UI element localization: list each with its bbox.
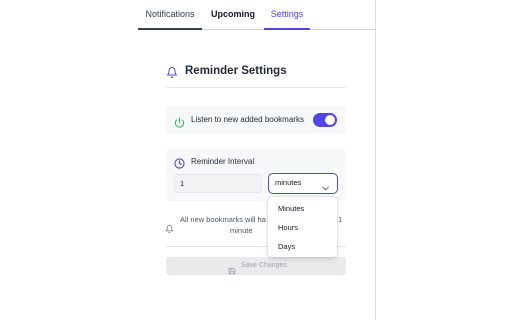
bell-icon	[166, 66, 178, 84]
power-icon	[174, 115, 185, 133]
option-minutes[interactable]: Minutes	[278, 204, 304, 213]
info-text-line1: All new bookmarks will ha	[180, 215, 266, 224]
save-changes-button[interactable]: Save Changes	[166, 257, 346, 275]
listen-setting-card: Listen to new added bookmarks	[166, 106, 346, 134]
chevron-down-icon	[322, 180, 329, 198]
interval-setting-card: Reminder Interval 1 minutes	[166, 149, 346, 201]
interval-unit-value: minutes	[275, 178, 302, 187]
info-text-suffix: 1	[338, 215, 343, 224]
interval-label: Reminder Interval	[191, 157, 255, 166]
listen-toggle[interactable]	[313, 113, 337, 127]
tab-upcoming[interactable]: Upcoming	[202, 0, 264, 30]
interval-unit-dropdown: Minutes Hours Days	[268, 197, 337, 257]
option-hours[interactable]: Hours	[278, 223, 298, 232]
interval-value-input[interactable]: 1	[174, 174, 262, 193]
clock-icon	[174, 156, 185, 174]
settings-panel: Notifications Upcoming Settings Reminder…	[0, 0, 376, 320]
settings-header: Reminder Settings	[166, 64, 346, 88]
listen-label: Listen to new added bookmarks	[191, 115, 304, 124]
save-changes-label: Save Changes	[241, 262, 287, 269]
tab-notifications[interactable]: Notifications	[138, 0, 202, 30]
toggle-knob	[325, 115, 335, 125]
save-icon	[228, 262, 236, 280]
page-title: Reminder Settings	[185, 65, 287, 77]
option-days[interactable]: Days	[278, 242, 295, 251]
tab-settings[interactable]: Settings	[264, 0, 310, 30]
bell-outline-icon	[165, 221, 174, 239]
interval-unit-select[interactable]: minutes	[268, 173, 338, 194]
tab-bar: Notifications Upcoming Settings	[138, 0, 376, 30]
